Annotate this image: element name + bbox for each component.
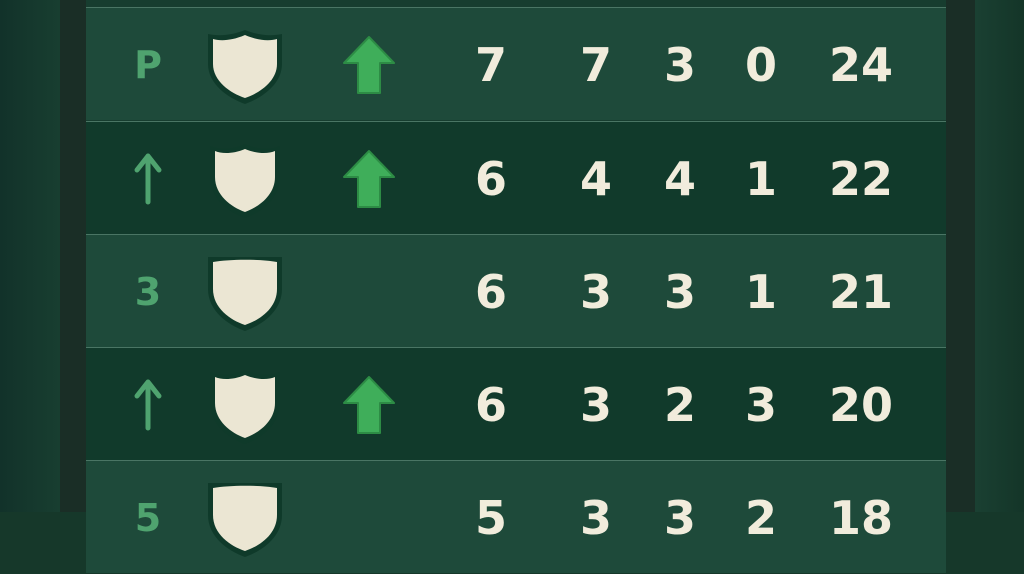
position-label	[116, 348, 180, 461]
stat-lost: 0	[744, 37, 777, 92]
stat-won: 3	[579, 490, 612, 545]
up-arrow-icon	[343, 376, 395, 434]
position-label	[116, 122, 180, 235]
table-row[interactable]: 3 6 3 3 1 21	[86, 234, 946, 347]
stat-played: 7	[474, 37, 507, 92]
stat-lost: 3	[744, 377, 777, 432]
table-row[interactable]: 6 3 2 3 20	[86, 347, 946, 460]
stat-won: 3	[579, 264, 612, 319]
table-row[interactable]: 5 5 3 3 2 18	[86, 460, 946, 573]
stat-drawn: 3	[663, 490, 696, 545]
club-crest-icon	[208, 257, 282, 331]
stat-points: 18	[828, 490, 893, 545]
background-panel-right	[975, 0, 1024, 512]
stat-drawn: 4	[663, 151, 696, 206]
stat-won: 4	[579, 151, 612, 206]
stat-played: 6	[474, 264, 507, 319]
club-crest-icon	[210, 370, 280, 444]
stat-points: 24	[828, 37, 893, 92]
stat-played: 5	[474, 490, 507, 545]
up-arrow-icon	[343, 36, 395, 94]
stat-drawn: 2	[663, 377, 696, 432]
stat-played: 6	[474, 151, 507, 206]
position-label: 3	[134, 269, 162, 314]
stat-lost: 1	[744, 151, 777, 206]
table-row[interactable]: 6 4 4 1 22	[86, 121, 946, 234]
stat-points: 22	[828, 151, 893, 206]
stat-lost: 1	[744, 264, 777, 319]
up-arrow-outline-icon	[134, 153, 162, 204]
up-arrow-icon	[343, 150, 395, 208]
stat-points: 20	[828, 377, 893, 432]
stat-played: 6	[474, 377, 507, 432]
club-crest-icon	[208, 483, 282, 557]
club-crest-icon	[208, 30, 282, 104]
stat-drawn: 3	[663, 37, 696, 92]
position-label: 5	[134, 495, 162, 540]
table-row[interactable]: P 7 7 3 0 24	[86, 7, 946, 120]
stat-won: 7	[579, 37, 612, 92]
stat-drawn: 3	[663, 264, 696, 319]
position-label: P	[134, 42, 162, 87]
club-crest-icon	[210, 144, 280, 218]
stat-won: 3	[579, 377, 612, 432]
stat-lost: 2	[744, 490, 777, 545]
up-arrow-outline-icon	[134, 379, 162, 430]
stat-points: 21	[828, 264, 893, 319]
background-panel-left	[0, 0, 60, 512]
